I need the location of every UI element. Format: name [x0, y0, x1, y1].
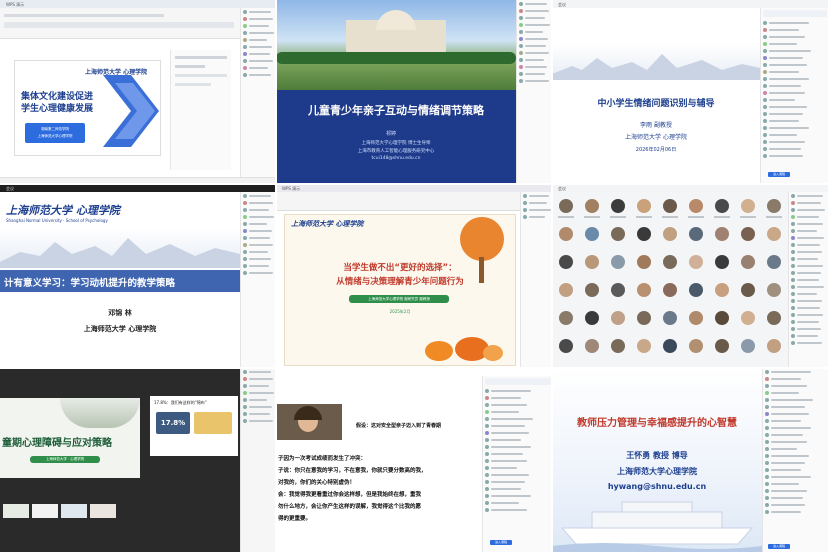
- divider: [0, 367, 828, 369]
- date: 2026年02月06日: [635, 147, 677, 153]
- tile-6[interactable]: 会议: [552, 184, 828, 368]
- speaker-name: 祁婷: [386, 131, 397, 137]
- video-grid: WPS 演示 上海师范大学 心理学院 集体文化建设促进学生心理健康发展 湖南第二…: [0, 0, 828, 552]
- tile-1[interactable]: WPS 演示 上海师范大学 心理学院 集体文化建设促进学生心理健康发展 湖南第二…: [0, 0, 276, 184]
- slide: 上海师范大学 心理学院 Shanghai Normal University ·…: [0, 192, 240, 368]
- slide-main: 童期心理障碍与应对策略 上海师范大学 · 心理学院: [0, 398, 140, 478]
- tile-4[interactable]: 会议 上海师范大学 心理学院 Shanghai Normal Universit…: [0, 184, 276, 368]
- slide: 假设：这对安全型亲子迈入到了青春期 子因为一次考试成绩而发生了冲突： 子说：你只…: [276, 376, 482, 552]
- slide-title: 童期心理障碍与应对策略: [2, 438, 112, 449]
- organization: 上海师范大学 心理学院: [625, 134, 687, 141]
- logo-en: Shanghai Normal University · School of P…: [6, 218, 108, 223]
- chevron-graphic: [103, 75, 159, 147]
- organization: 上海师范大学心理学院: [617, 467, 697, 476]
- slide-title: 中小学生情绪问题识别与辅导: [597, 99, 715, 109]
- body-line-6: 得的更重要。: [278, 516, 312, 522]
- tile-2[interactable]: 儿童青少年亲子互动与情绪调节策略 祁婷 上海师范大学心理学院 博士生导师 上海市…: [276, 0, 552, 184]
- ink-mountains: [60, 398, 140, 428]
- pumpkins: [425, 333, 505, 363]
- speaker-video: [276, 404, 342, 440]
- divider: [275, 0, 277, 552]
- slide-label: 17.8%：我们有这样的“锦布”: [154, 400, 207, 405]
- participant-gallery: [552, 192, 788, 368]
- enter-button[interactable]: 进入课程: [768, 172, 790, 177]
- slide: 中小学生情绪问题识别与辅导 李雨 副教授 上海师范大学 心理学院 2026年02…: [552, 8, 760, 184]
- slide-title-1: 当学生做不出“更好的选择”：: [343, 263, 457, 273]
- skyline-banner: [552, 44, 760, 80]
- tile-3[interactable]: 会议 中小学生情绪问题识别与辅导 李雨 副教授 上海师范大学 心理学院 2026…: [552, 0, 828, 184]
- hypothesis-heading: 假设：这对安全型亲子迈入到了青春期: [356, 423, 442, 429]
- slide: 上海师范大学 心理学院 当学生做不出“更好的选择”： 从情绪与决策理解青少年问题…: [284, 214, 516, 366]
- info-line-3: tcui148@shnu.edu.cn: [371, 156, 421, 161]
- slide-secondary: 17.8%：我们有这样的“锦布” 17.8%: [150, 396, 238, 456]
- caption-badge: 上海师范大学 · 心理学院: [30, 456, 100, 463]
- stat-box: 17.8%: [156, 412, 190, 434]
- divider: [551, 0, 553, 552]
- slide-title: 集体文化建设促进学生心理健康发展: [21, 92, 94, 114]
- organization: 上海师范大学 心理学院: [83, 325, 157, 333]
- enter-button[interactable]: 进入课程: [490, 540, 512, 545]
- logo: 上海师范大学 心理学院: [291, 220, 364, 228]
- speaker-name: 王怀勇 教授 博导: [626, 451, 688, 460]
- body-line-3: 对我的，你们的关心特别虚伪！: [278, 480, 356, 486]
- tile-8[interactable]: 假设：这对安全型亲子迈入到了青春期 子因为一次考试成绩而发生了冲突： 子说：你只…: [276, 368, 552, 552]
- slide-title: 计有意义学习：学习动机提升的教学策略: [4, 278, 176, 289]
- campus-photo: [276, 0, 516, 90]
- ship-graphic: [552, 501, 762, 552]
- body-line-2: 子说：你只在意我的学习，不在意我，你就只要分数高的我，: [278, 468, 427, 474]
- tile-9[interactable]: 教师压力管理与幸福感提升的心智慧 王怀勇 教授 博导 上海师范大学心理学院 hy…: [552, 368, 828, 552]
- info-line-2: 上海市教育人工智能心理服务研究中心: [357, 149, 435, 154]
- body-line-5: 勿什么地方，会让你产生这样的误解，我觉得这个比我的愿: [278, 504, 422, 510]
- email: hywang@shnu.edu.cn: [607, 482, 707, 491]
- date: 2025年2月: [389, 309, 411, 314]
- badge: 湖南第二师范学院 上海师范大学心理学院: [25, 123, 85, 143]
- tile-7[interactable]: 童期心理障碍与应对策略 上海师范大学 · 心理学院 17.8%：我们有这样的“锦…: [0, 368, 276, 552]
- logo: 上海师范大学 心理学院: [6, 204, 120, 217]
- speaker-name: 李雨 副教授: [640, 122, 672, 129]
- slide-title: 教师压力管理与幸福感提升的心智慧: [577, 418, 737, 429]
- participant-avatars: [558, 199, 782, 353]
- enter-button[interactable]: 进入课程: [768, 544, 790, 549]
- body-line-4: 会：我觉得我更看重过你会这样想，但是我始终在想，重我: [278, 492, 422, 498]
- body-line-1: 子因为一次考试成绩而发生了冲突：: [278, 456, 367, 462]
- info-line-1: 上海师范大学心理学院 博士生导师: [361, 141, 431, 146]
- slide: 儿童青少年亲子互动与情绪调节策略 祁婷 上海师范大学心理学院 博士生导师 上海市…: [276, 90, 516, 184]
- speaker-name: 邓锦 林: [108, 309, 132, 317]
- skyline-banner: [0, 228, 240, 268]
- subtitle-badge: 上海师范大学心理学院 副研究员 副教授: [349, 295, 449, 303]
- slide: 教师压力管理与幸福感提升的心智慧 王怀勇 教授 博导 上海师范大学心理学院 hy…: [552, 368, 762, 552]
- slide-title: 儿童青少年亲子互动与情绪调节策略: [308, 104, 484, 117]
- thumbnail-strip[interactable]: [0, 504, 143, 520]
- title-band: 计有意义学习：学习动机提升的教学策略: [0, 270, 240, 292]
- slide-title-2: 从情绪与决策理解青少年问题行为: [336, 277, 464, 287]
- divider: [0, 183, 828, 185]
- tile-5[interactable]: WPS 演示 上海师范大学 心理学院 当学生做不出“更好的选择”： 从情绪与决策…: [276, 184, 552, 368]
- slide: 上海师范大学 心理学院 集体文化建设促进学生心理健康发展 湖南第二师范学院 上海…: [14, 60, 161, 156]
